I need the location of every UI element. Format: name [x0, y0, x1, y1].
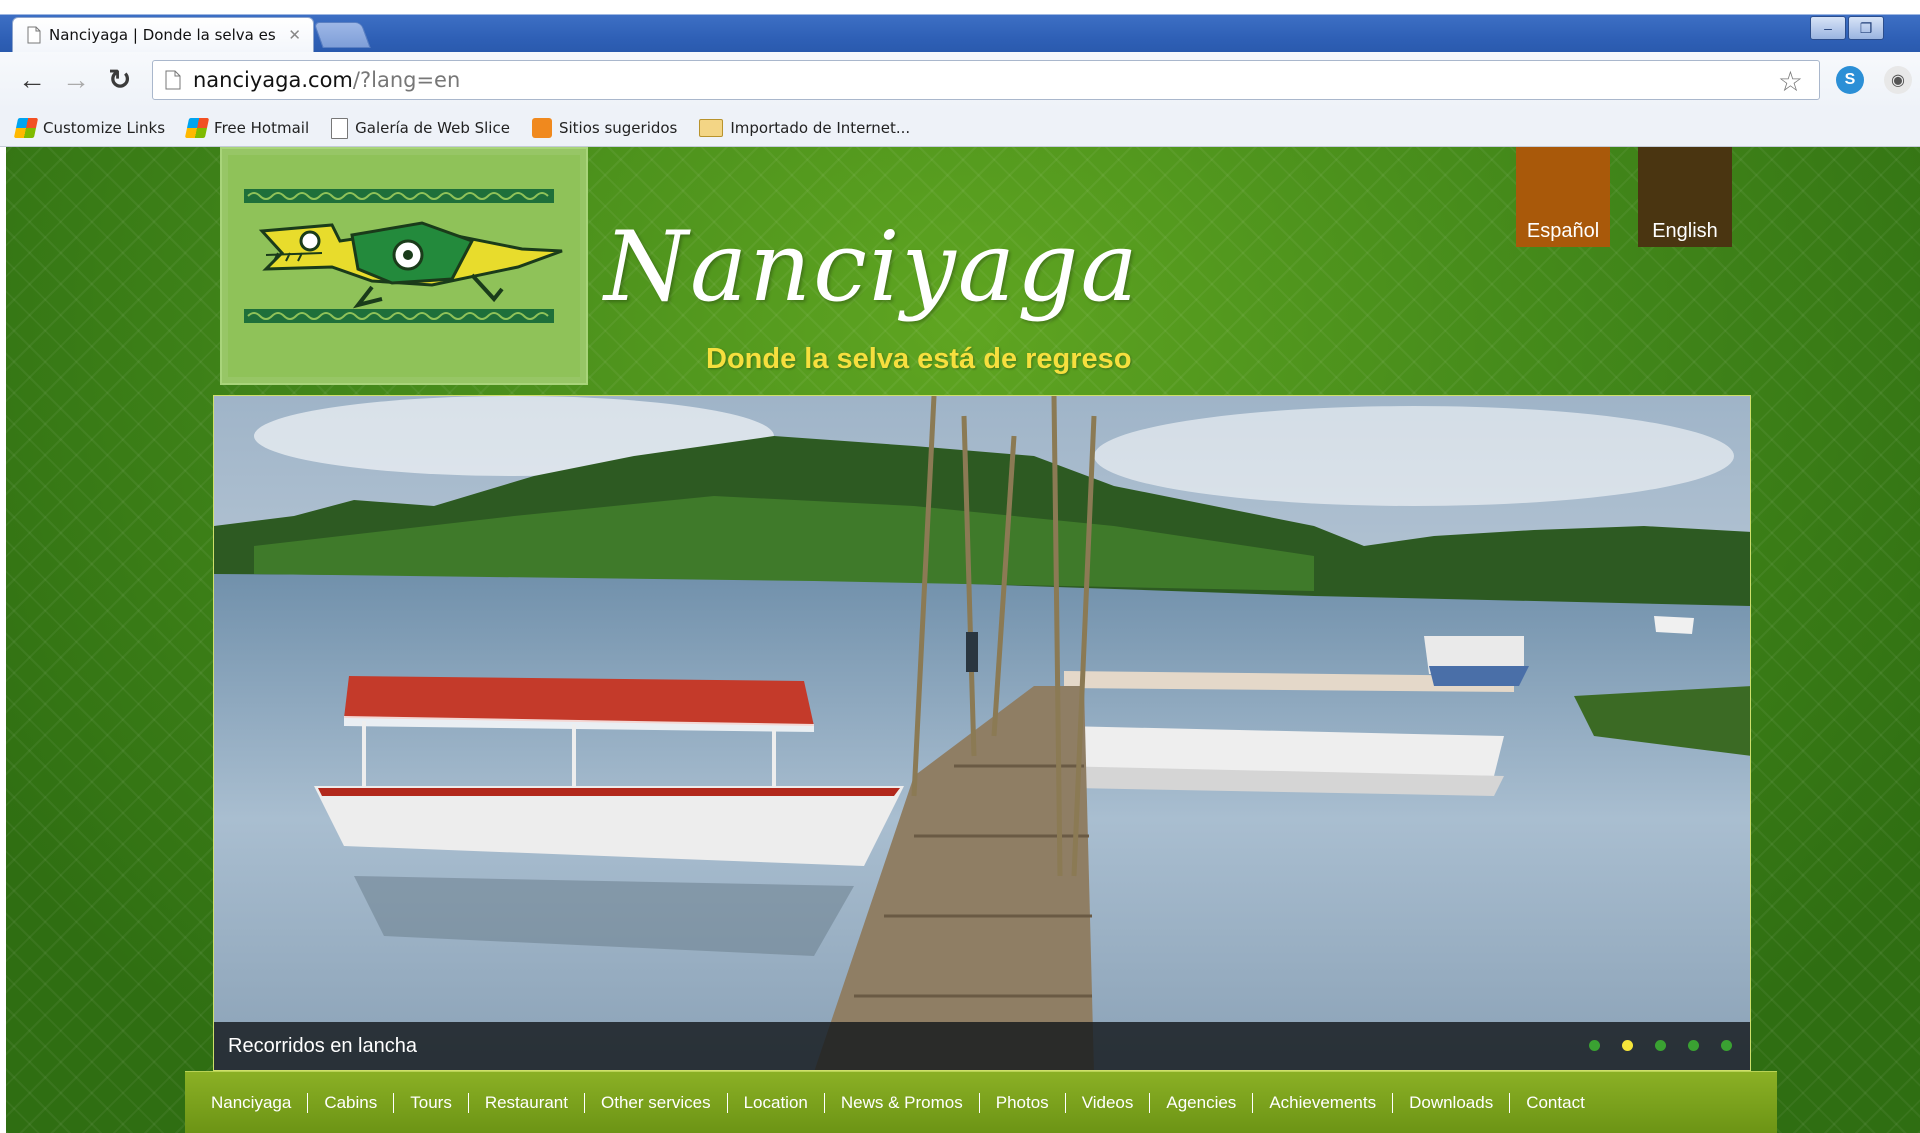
- language-button-en[interactable]: English: [1638, 147, 1732, 247]
- slide-dot[interactable]: [1688, 1040, 1699, 1051]
- slide-dot-active[interactable]: [1622, 1040, 1633, 1051]
- nav-item-achievements[interactable]: Achievements: [1252, 1092, 1392, 1113]
- close-icon[interactable]: ✕: [288, 26, 301, 44]
- address-bar[interactable]: nanciyaga.com/?lang=en ☆: [152, 60, 1820, 100]
- logo[interactable]: [220, 147, 588, 385]
- nav-item-cabins[interactable]: Cabins: [307, 1092, 393, 1113]
- slide-caption: Recorridos en lancha: [228, 1034, 417, 1057]
- bookmark-suggested-sites[interactable]: Sitios sugeridos: [531, 118, 677, 138]
- nav-item-nanciyaga[interactable]: Nanciyaga: [211, 1093, 307, 1113]
- slide-caption-bar: Recorridos en lancha: [214, 1022, 1750, 1070]
- bookmark-free-hotmail[interactable]: Free Hotmail: [184, 118, 309, 138]
- minimize-icon[interactable]: –: [1810, 16, 1846, 40]
- nav-item-agencies[interactable]: Agencies: [1149, 1092, 1252, 1113]
- website: Nanciyaga Donde la selva está de regreso…: [6, 147, 1920, 1133]
- language-button-es[interactable]: Español: [1516, 147, 1610, 247]
- tagline: Donde la selva está de regreso: [706, 343, 1132, 375]
- forward-arrow-icon[interactable]: →: [62, 64, 90, 96]
- nav-item-news-promos[interactable]: News & Promos: [823, 1092, 979, 1113]
- nav-item-contact[interactable]: Contact: [1509, 1092, 1601, 1113]
- back-arrow-icon[interactable]: ←: [18, 64, 46, 96]
- windows-logo-icon: [184, 118, 210, 138]
- page-icon: [331, 117, 349, 139]
- nav-item-tours[interactable]: Tours: [393, 1092, 468, 1113]
- browser-toolbar: ← → ↻ nanciyaga.com/?lang=en ☆ S ◉: [0, 52, 1920, 110]
- bookmark-star-icon[interactable]: ☆: [1778, 65, 1803, 98]
- eye-extension-icon[interactable]: ◉: [1884, 66, 1912, 94]
- slide-dot[interactable]: [1721, 1040, 1732, 1051]
- bookmarks-bar: Customize Links Free Hotmail Galería de …: [0, 110, 1920, 147]
- window-controls: – ❐: [1810, 16, 1884, 40]
- nav-item-other-services[interactable]: Other services: [584, 1092, 727, 1113]
- new-tab-button[interactable]: [313, 22, 371, 48]
- boat-dock-photo: [214, 396, 1750, 1070]
- windows-logo-icon: [13, 118, 39, 138]
- crocodile-logo-icon: [244, 189, 563, 323]
- bookmark-imported-folder[interactable]: Importado de Internet...: [699, 119, 910, 137]
- url-path: /?lang=en: [352, 68, 461, 92]
- page-icon: [27, 26, 41, 44]
- nav-item-location[interactable]: Location: [726, 1092, 824, 1113]
- suggested-sites-icon: [531, 118, 552, 138]
- folder-icon: [699, 119, 724, 137]
- hero-slider[interactable]: Recorridos en lancha: [213, 395, 1751, 1071]
- reload-icon[interactable]: ↻: [108, 64, 131, 96]
- restore-icon[interactable]: ❐: [1848, 16, 1884, 40]
- bookmark-web-slice-gallery[interactable]: Galería de Web Slice: [331, 117, 510, 139]
- slide-dot[interactable]: [1589, 1040, 1600, 1051]
- browser-tab[interactable]: Nanciyaga | Donde la selva es ✕: [12, 17, 314, 52]
- page-icon: [165, 70, 181, 90]
- slider-pagination: [1589, 1040, 1732, 1051]
- url-host: nanciyaga.com: [193, 68, 353, 92]
- nav-item-photos[interactable]: Photos: [978, 1092, 1065, 1113]
- nav-item-videos[interactable]: Videos: [1064, 1092, 1150, 1113]
- bookmark-customize-links[interactable]: Customize Links: [13, 118, 165, 138]
- brand-wordmark: Nanciyaga: [604, 211, 1140, 323]
- tab-title: Nanciyaga | Donde la selva es: [49, 26, 276, 44]
- nav-item-downloads[interactable]: Downloads: [1392, 1092, 1509, 1113]
- nav-item-restaurant[interactable]: Restaurant: [467, 1092, 584, 1113]
- main-navigation: Nanciyaga Cabins Tours Restaurant Other …: [185, 1071, 1777, 1133]
- slide-dot[interactable]: [1655, 1040, 1666, 1051]
- skype-extension-icon[interactable]: S: [1836, 66, 1864, 94]
- browser-titlebar: Nanciyaga | Donde la selva es ✕ – ❐: [0, 0, 1920, 52]
